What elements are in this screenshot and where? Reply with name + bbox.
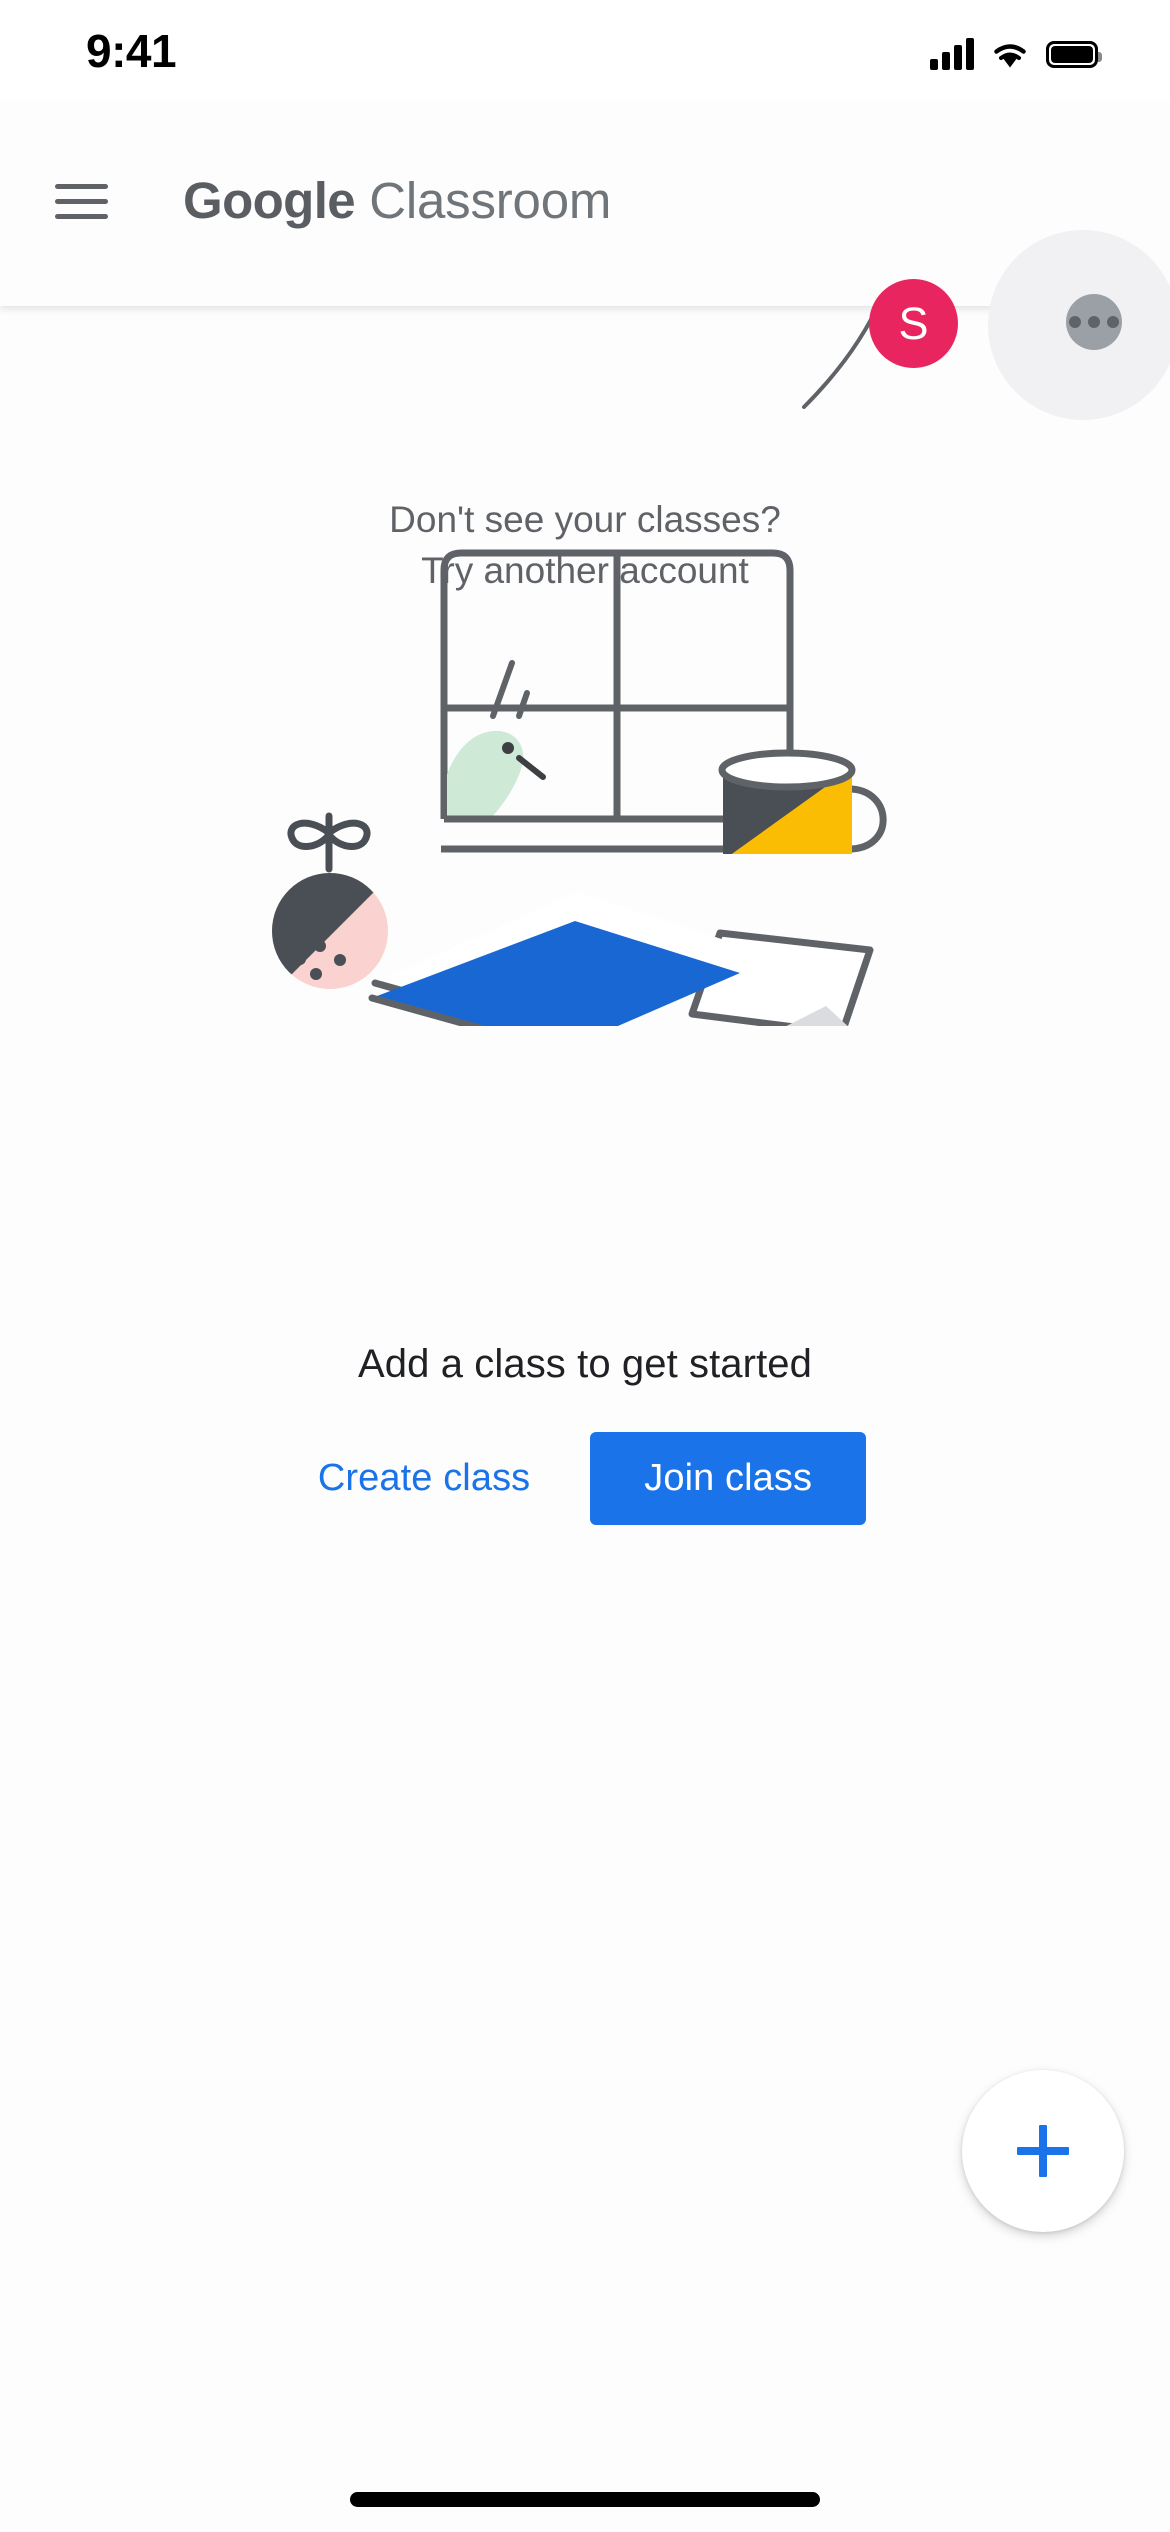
- cellular-signal-icon: [930, 38, 974, 70]
- status-bar: 9:41: [0, 0, 1170, 100]
- avatar[interactable]: S: [869, 279, 958, 368]
- status-time: 9:41: [86, 25, 177, 77]
- avatar-initial: S: [898, 297, 929, 349]
- app-title: Google Classroom: [183, 166, 611, 236]
- hamburger-menu-icon[interactable]: [55, 182, 108, 222]
- mug-illustration: [718, 749, 887, 854]
- add-class-fab[interactable]: [962, 2070, 1124, 2232]
- home-indicator[interactable]: [350, 2492, 820, 2507]
- join-class-button[interactable]: Join class: [590, 1432, 867, 1525]
- battery-full-icon: [1046, 41, 1102, 68]
- books-papers-illustration: [368, 892, 874, 1026]
- wifi-icon: [994, 44, 1026, 68]
- more-horizontal-icon[interactable]: [1066, 294, 1122, 350]
- app-title-product: Classroom: [369, 172, 612, 229]
- app-bar: Google Classroom S: [0, 100, 1170, 420]
- app-title-brand: Google: [183, 172, 356, 229]
- window-bird-mug-books-illustration: [272, 549, 887, 1026]
- page-title: Add a class to get started: [358, 1342, 812, 1386]
- plus-icon-vertical: [1039, 2125, 1047, 2177]
- status-icons: [930, 30, 1102, 70]
- create-class-button[interactable]: Create class: [304, 1441, 544, 1516]
- empty-state-actions: Create class Join class: [0, 1432, 1170, 1525]
- plant-illustration: [272, 812, 388, 989]
